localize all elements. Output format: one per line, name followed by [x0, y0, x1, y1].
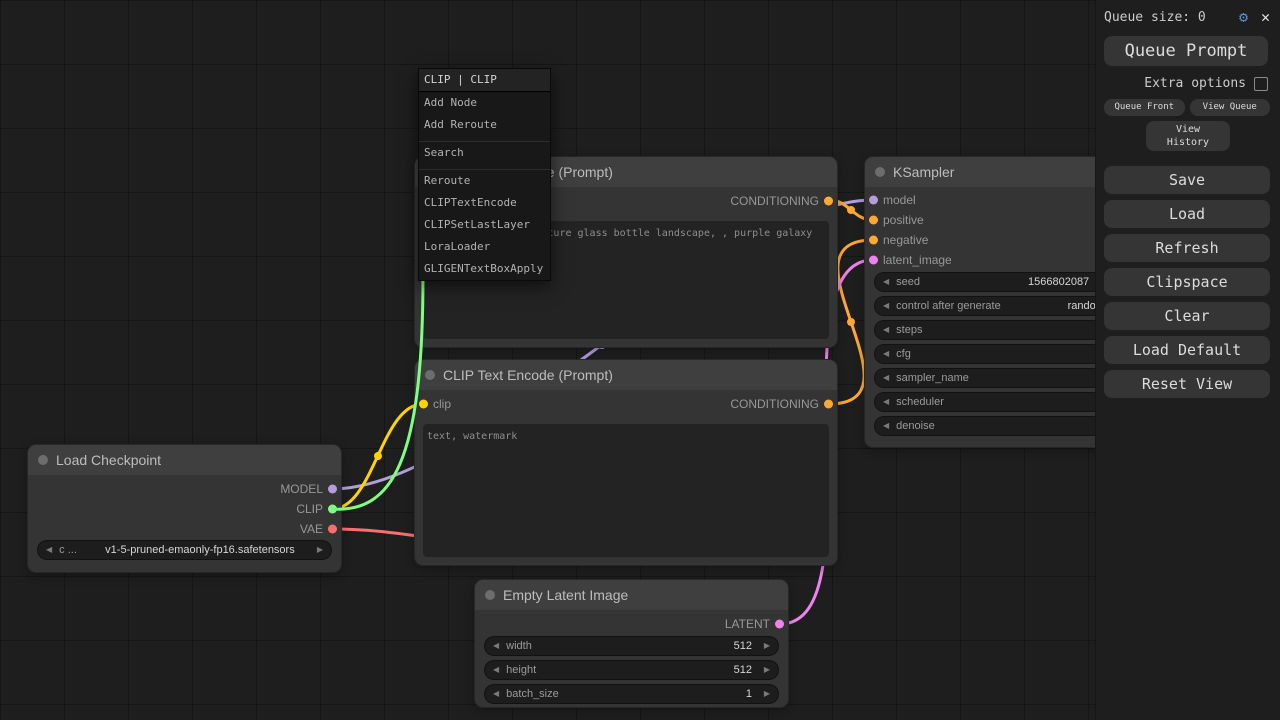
node-graph-canvas[interactable]: Load Checkpoint MODEL CLIP VAE ◀ c ... v… [0, 0, 1280, 720]
widget-ckpt-name[interactable]: ◀ c ... v1-5-pruned-emaonly-fp16.safeten… [38, 541, 331, 559]
slot-dot-conditioning[interactable] [824, 400, 833, 409]
slot-dot-conditioning[interactable] [824, 197, 833, 206]
settings-gear-icon[interactable]: ⚙ [1239, 8, 1248, 26]
slot-dot-vae[interactable] [328, 525, 337, 534]
input-slot-negative[interactable]: negative [865, 233, 928, 247]
slot-dot-latent[interactable] [869, 256, 878, 265]
slot-dot-model[interactable] [328, 485, 337, 494]
queue-size-label: Queue size: 0 [1104, 10, 1206, 25]
close-icon[interactable]: ✕ [1261, 8, 1270, 26]
slot-dot-conditioning[interactable] [869, 216, 878, 225]
increment-arrow-icon[interactable]: ▶ [317, 541, 323, 559]
node-title: KSampler [893, 164, 954, 180]
menu-item-search[interactable]: Search [419, 141, 550, 164]
collapse-dot-icon[interactable] [485, 590, 495, 600]
view-queue-button[interactable]: View Queue [1190, 99, 1271, 116]
collapse-dot-icon[interactable] [38, 455, 48, 465]
link-clip-to-encode [332, 404, 423, 509]
collapse-dot-icon[interactable] [425, 370, 435, 380]
slot-dot-conditioning[interactable] [869, 236, 878, 245]
menu-item-add-node[interactable]: Add Node [419, 92, 550, 114]
decrement-arrow-icon[interactable]: ◀ [883, 273, 889, 291]
menu-item-add-reroute[interactable]: Add Reroute [419, 114, 550, 136]
decrement-arrow-icon[interactable]: ◀ [883, 345, 889, 363]
decrement-arrow-icon[interactable]: ◀ [493, 661, 499, 679]
link-release-context-menu: CLIP | CLIP Add Node Add Reroute Search … [418, 68, 551, 281]
node-clip-text-encode-2[interactable]: CLIP Text Encode (Prompt) clip CONDITION… [415, 360, 837, 565]
increment-arrow-icon[interactable]: ▶ [764, 637, 770, 655]
extra-options-label: Extra options [1144, 76, 1246, 91]
node-title: CLIP Text Encode (Prompt) [443, 367, 613, 383]
menu-item-loraloader[interactable]: LoraLoader [419, 236, 550, 258]
node-load-checkpoint[interactable]: Load Checkpoint MODEL CLIP VAE ◀ c ... v… [28, 445, 341, 572]
comfy-menu-panel: Queue size: 0 ⚙ ✕ Queue Prompt Extra opt… [1095, 0, 1280, 720]
node-title-bar[interactable]: CLIP Text Encode (Prompt) [415, 360, 837, 390]
link-drag-clip [332, 276, 423, 509]
node-title-bar[interactable]: Load Checkpoint [28, 445, 341, 475]
extra-options-checkbox[interactable] [1254, 77, 1268, 91]
slot-dot-model[interactable] [869, 196, 878, 205]
clear-button[interactable]: Clear [1104, 302, 1270, 330]
link-midpoint-dot [847, 318, 855, 326]
increment-arrow-icon[interactable]: ▶ [764, 661, 770, 679]
menu-item-cliptextencode[interactable]: CLIPTextEncode [419, 192, 550, 214]
load-default-button[interactable]: Load Default [1104, 336, 1270, 364]
slot-dot-latent[interactable] [775, 620, 784, 629]
context-menu-title: CLIP | CLIP [419, 69, 550, 92]
input-slot-model[interactable]: model [865, 193, 916, 207]
clipspace-button[interactable]: Clipspace [1104, 268, 1270, 296]
widget-width[interactable]: ◀ width 512 ▶ [485, 637, 778, 655]
output-slot-vae[interactable]: VAE [300, 522, 341, 536]
input-slot-positive[interactable]: positive [865, 213, 924, 227]
slot-dot-clip[interactable] [419, 400, 428, 409]
load-button[interactable]: Load [1104, 200, 1270, 228]
decrement-arrow-icon[interactable]: ◀ [883, 393, 889, 411]
reset-view-button[interactable]: Reset View [1104, 370, 1270, 398]
node-title: Load Checkpoint [56, 452, 161, 468]
decrement-arrow-icon[interactable]: ◀ [883, 297, 889, 315]
node-title: Empty Latent Image [503, 587, 628, 603]
decrement-arrow-icon[interactable]: ◀ [46, 541, 52, 559]
queue-front-button[interactable]: Queue Front [1104, 99, 1185, 116]
queue-prompt-button[interactable]: Queue Prompt [1104, 36, 1268, 66]
menu-item-gligentextboxapply[interactable]: GLIGENTextBoxApply [419, 258, 550, 280]
decrement-arrow-icon[interactable]: ◀ [883, 321, 889, 339]
decrement-arrow-icon[interactable]: ◀ [883, 369, 889, 387]
input-slot-latent-image[interactable]: latent_image [865, 253, 952, 267]
collapse-dot-icon[interactable] [875, 167, 885, 177]
menu-item-reroute[interactable]: Reroute [419, 169, 550, 192]
link-midpoint-dot [847, 206, 855, 214]
increment-arrow-icon[interactable]: ▶ [764, 685, 770, 703]
output-slot-model[interactable]: MODEL [280, 482, 341, 496]
widget-height[interactable]: ◀ height 512 ▶ [485, 661, 778, 679]
menu-item-clipsetlastlayer[interactable]: CLIPSetLastLayer [419, 214, 550, 236]
refresh-button[interactable]: Refresh [1104, 234, 1270, 262]
decrement-arrow-icon[interactable]: ◀ [493, 637, 499, 655]
output-slot-conditioning[interactable]: CONDITIONING [730, 397, 837, 411]
input-slot-clip[interactable]: clip [415, 397, 451, 411]
decrement-arrow-icon[interactable]: ◀ [493, 685, 499, 703]
view-history-button[interactable]: View History [1146, 121, 1230, 151]
link-midpoint-dot [374, 452, 382, 460]
widget-batch-size[interactable]: ◀ batch_size 1 ▶ [485, 685, 778, 703]
output-slot-latent[interactable]: LATENT [725, 617, 788, 631]
output-slot-clip[interactable]: CLIP [296, 502, 341, 516]
node-title-bar[interactable]: Empty Latent Image [475, 580, 788, 610]
slot-dot-clip[interactable] [328, 505, 337, 514]
prompt-textarea[interactable]: text, watermark [423, 424, 829, 557]
node-empty-latent-image[interactable]: Empty Latent Image LATENT ◀ width 512 ▶ … [475, 580, 788, 707]
save-button[interactable]: Save [1104, 166, 1270, 194]
decrement-arrow-icon[interactable]: ◀ [883, 417, 889, 435]
output-slot-conditioning[interactable]: CONDITIONING [730, 194, 837, 208]
